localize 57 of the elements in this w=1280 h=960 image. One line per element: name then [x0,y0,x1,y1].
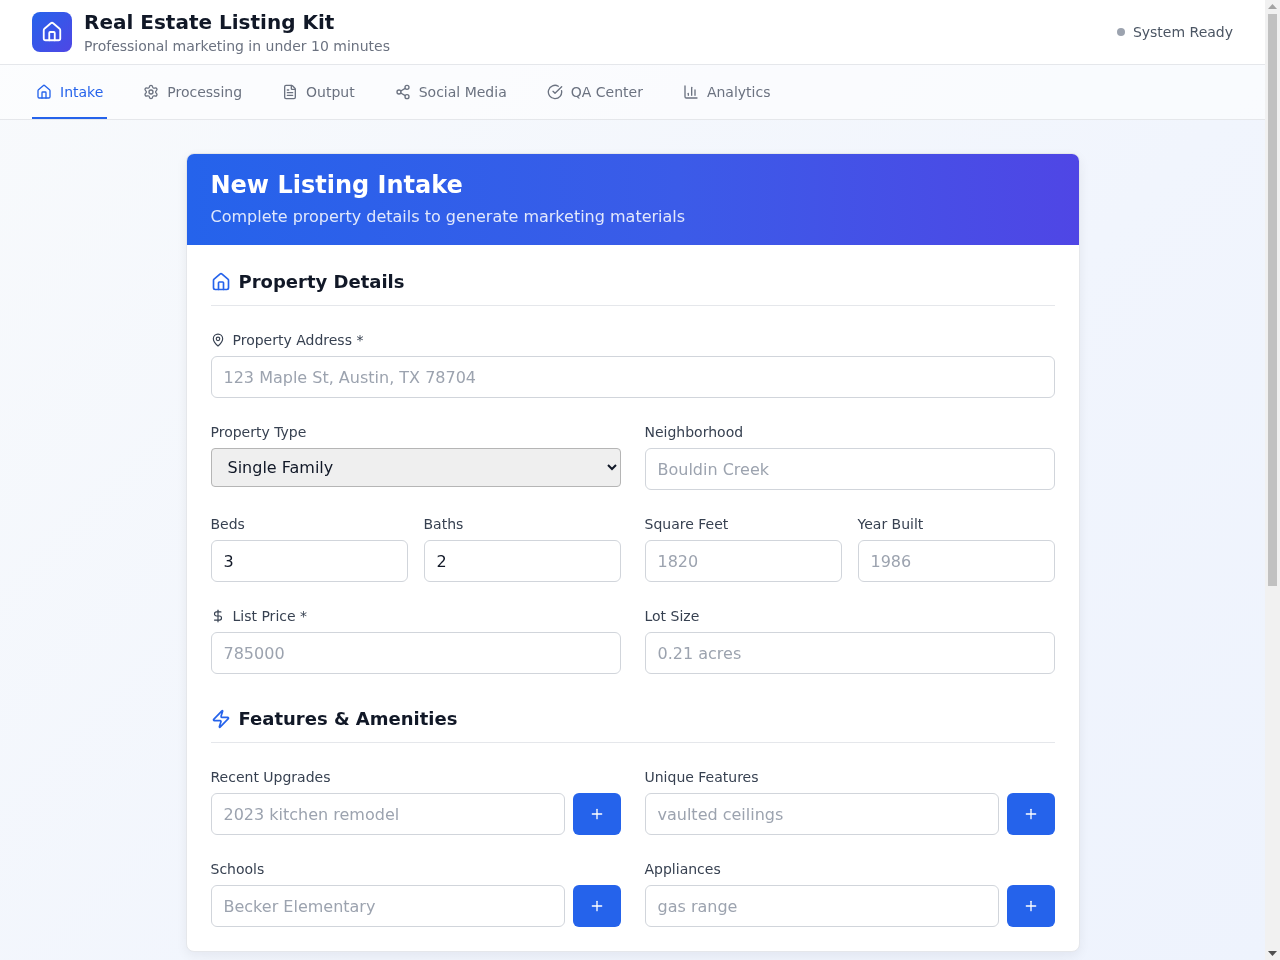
scroll-down-icon[interactable] [1268,951,1277,956]
field-label: Baths [423,515,464,534]
input-field[interactable]: vaulted ceilings [644,793,999,835]
card-subtitle: Complete property details to generate marketing materials [210,206,687,228]
field-label: Square Feet [644,515,729,534]
field-label: Beds [210,515,245,534]
field-label: Year Built [857,515,924,534]
input-field[interactable]: 2023 kitchen remodel [210,793,565,835]
field-label: Appliances [644,860,721,879]
field-label: Schools [210,860,265,879]
bar-chart-icon [682,84,699,100]
map-pin-icon [210,333,225,347]
share-icon [394,84,411,100]
document-icon [282,84,299,100]
input-field[interactable]: 1820 [644,540,842,582]
input-field[interactable]: 1986 [857,540,1055,582]
scrollbar[interactable] [1265,0,1280,960]
field-label: Unique Features [644,768,759,787]
tab[interactable]: Output [278,65,359,119]
input-field[interactable]: 3 [210,540,408,582]
add-button[interactable] [572,793,621,835]
input-field[interactable]: 2 [423,540,621,582]
lightning-icon [210,709,231,729]
house-logo-icon [32,12,72,52]
input-field[interactable]: 0.21 acres [644,632,1055,674]
field-label: Neighborhood [644,423,744,442]
tab[interactable]: Processing [139,65,247,119]
add-button[interactable] [1006,885,1055,927]
scrollbar-thumb[interactable] [1268,14,1277,586]
input-field[interactable]: Bouldin Creek [644,448,1055,490]
tab[interactable]: QA Center [542,65,647,119]
input-field[interactable]: Becker Elementary [210,885,565,927]
field-label: Property Address * [232,331,364,350]
field-label: Property Type [210,423,307,442]
select-field[interactable]: Single Family [210,448,621,487]
settings-icon [143,84,160,100]
add-button[interactable] [572,885,621,927]
house-icon [210,272,231,292]
card-title: New Listing Intake [210,170,464,201]
tab[interactable]: Analytics [678,65,775,119]
house-icon [36,84,52,100]
app-subtitle: Professional marketing in under 10 minutes [84,37,390,56]
field-label: Lot Size [644,607,700,626]
input-field[interactable]: gas range [644,885,999,927]
check-circle-icon [546,84,563,100]
section-heading: Features & Amenities [238,707,458,731]
status-dot-icon [1116,28,1125,36]
tab[interactable]: Intake [32,65,108,119]
add-button[interactable] [1006,793,1055,835]
tab[interactable]: Social Media [390,65,511,119]
field-label: Recent Upgrades [210,768,331,787]
section-heading: Property Details [238,270,405,294]
status-text: System Ready [1132,24,1233,40]
app-title: Real Estate Listing Kit [84,9,336,36]
input-field[interactable]: 785000 [210,632,621,674]
field-label: List Price * [232,607,308,626]
input-field[interactable]: 123 Maple St, Austin, TX 78704 [210,356,1055,398]
